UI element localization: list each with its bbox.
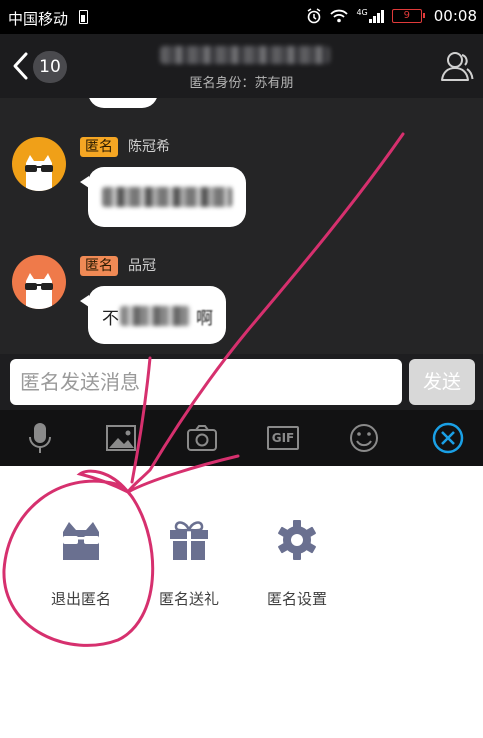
network-type-label: 4G (356, 8, 368, 17)
message-bubble[interactable]: 不 啊 (88, 286, 226, 344)
microphone-icon[interactable] (22, 421, 58, 455)
anonymous-tag: 匿名 (80, 137, 118, 157)
alarm-icon (308, 8, 321, 24)
battery-icon: 9 (391, 9, 425, 23)
avatar[interactable] (12, 137, 66, 191)
wifi-icon (330, 9, 349, 23)
gif-icon[interactable]: GIF (265, 421, 301, 455)
message-bubble-partial (88, 98, 158, 108)
sender-name: 品冠 (128, 258, 156, 274)
compose-bar: 匿名发送消息 发送 (0, 354, 483, 410)
emoji-icon[interactable] (346, 421, 382, 455)
redacted-message-text (120, 306, 190, 326)
image-icon[interactable] (103, 421, 139, 455)
gif-label: GIF (267, 426, 299, 450)
chat-title-redacted (160, 46, 330, 64)
exit-anonymous-button[interactable]: 退出匿名 (26, 518, 136, 609)
anonymous-tag: 匿名 (80, 256, 118, 276)
sender-name: 陈冠希 (128, 139, 170, 155)
bubble-tail (80, 176, 89, 188)
anonymous-gift-label: 匿名送礼 (158, 590, 219, 608)
clock: 00:08 (433, 7, 477, 25)
message-text-end: 啊 (196, 309, 213, 329)
carrier-label: 中国移动 (8, 10, 69, 28)
anonymous-options-panel: 退出匿名 匿名送礼 匿名设置 (0, 466, 483, 738)
message-bubble[interactable] (88, 167, 246, 227)
signal-icon: 4G (356, 8, 384, 23)
anonymous-identity-subtitle: 匿名身份：苏有朋 (189, 76, 294, 91)
redacted-message-text (102, 187, 232, 207)
avatar[interactable] (12, 255, 66, 309)
members-icon[interactable] (439, 48, 475, 84)
sim-icon (79, 10, 88, 24)
status-bar: 中国移动 4G 9 00:08 (0, 0, 483, 34)
anonymous-settings-label: 匿名设置 (266, 590, 327, 608)
message-list: 匿名 陈冠希 匿名 品冠 不 啊 (0, 98, 483, 354)
message-input[interactable]: 匿名发送消息 (10, 359, 402, 405)
compose-toolbar: GIF (0, 410, 483, 466)
bubble-tail (80, 295, 89, 307)
gift-icon (170, 521, 208, 560)
anonymous-cat-icon (63, 522, 99, 560)
send-button[interactable]: 发送 (409, 359, 475, 405)
chat-header: 10 匿名身份：苏有朋 (0, 34, 483, 98)
close-circle-icon[interactable] (430, 421, 466, 455)
anonymous-settings-button[interactable]: 匿名设置 (242, 518, 352, 609)
camera-icon[interactable] (184, 421, 220, 455)
exit-anonymous-label: 退出匿名 (50, 590, 111, 608)
anonymous-gift-button[interactable]: 匿名送礼 (134, 518, 244, 609)
gear-icon (278, 520, 316, 560)
sunglasses-cat-icon (12, 255, 66, 309)
sunglasses-cat-icon (12, 137, 66, 191)
message-text-start: 不 (102, 309, 119, 329)
